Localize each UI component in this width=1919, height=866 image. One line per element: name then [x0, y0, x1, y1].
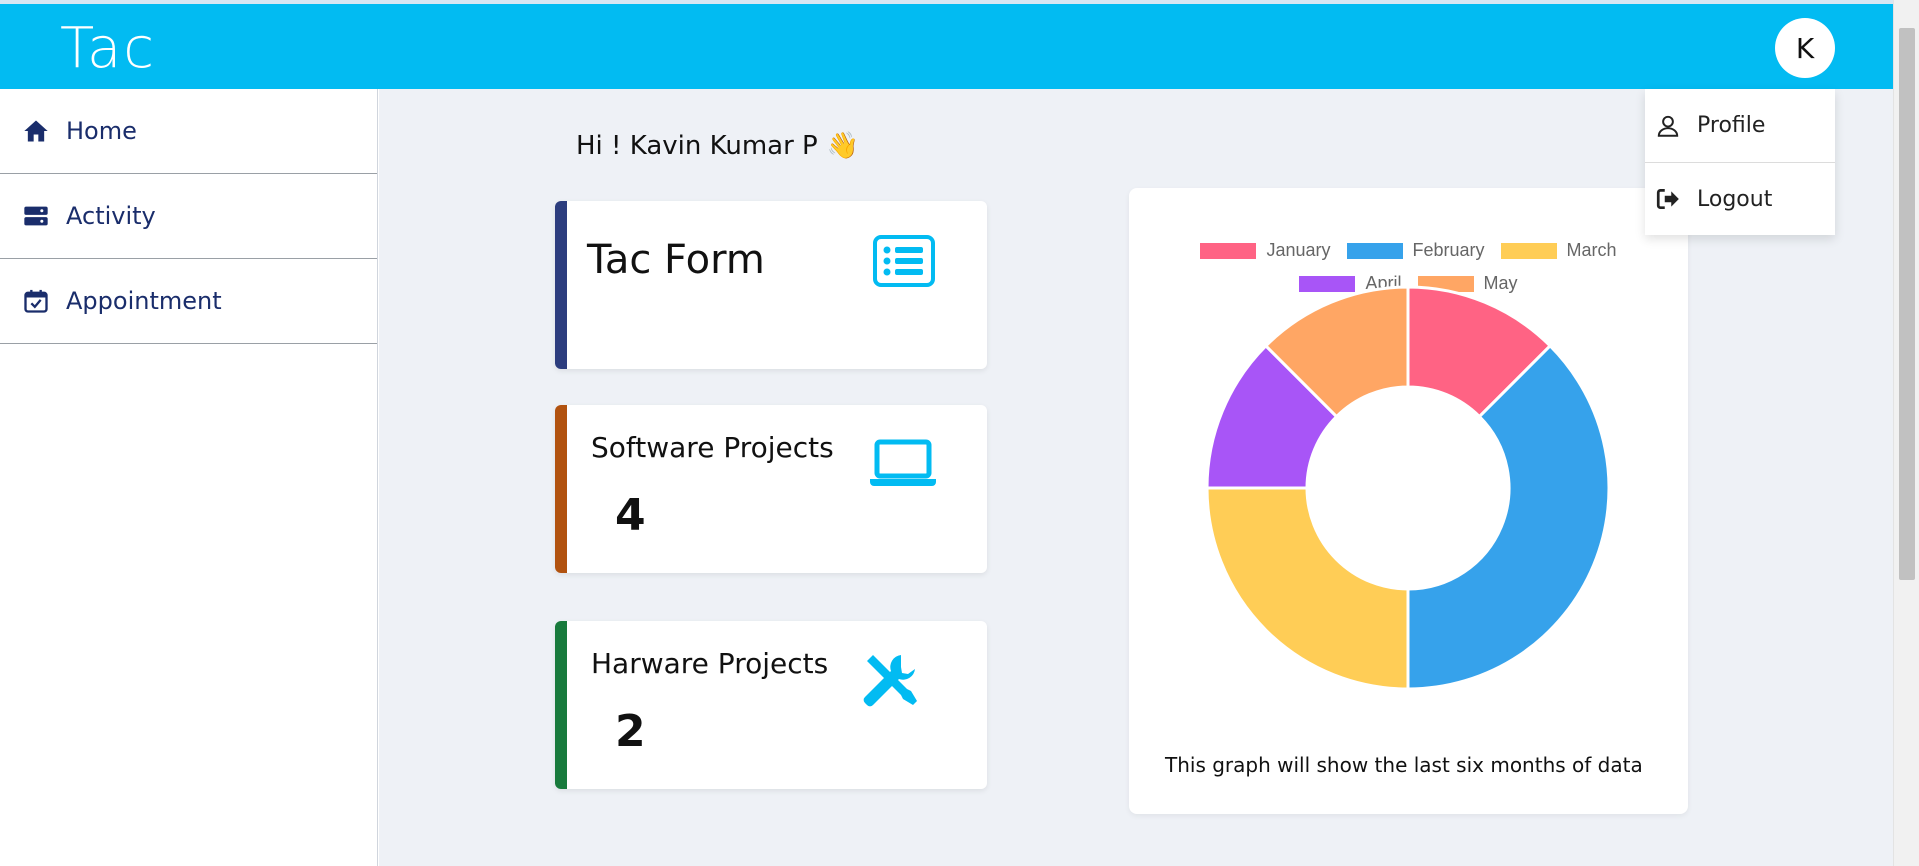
legend-label: March	[1566, 240, 1617, 260]
legend-item-march[interactable]: March	[1500, 240, 1617, 261]
doughnut-slice-february[interactable]	[1406, 343, 1611, 691]
scrollbar-thumb[interactable]	[1899, 28, 1915, 580]
calendar-check-icon	[24, 289, 48, 313]
sidebar-item-label: Appointment	[66, 287, 222, 315]
greeting: Hi ! Kavin Kumar P 👋	[576, 128, 859, 161]
home-icon	[24, 120, 48, 142]
top-header: Tac K	[0, 4, 1893, 89]
chart-caption: This graph will show the last six months…	[1165, 753, 1643, 777]
card-title: Harware Projects	[591, 647, 829, 680]
doughnut-slice-march[interactable]	[1205, 486, 1410, 691]
legend-label: January	[1266, 240, 1331, 260]
card-title: Tac Form	[587, 237, 765, 283]
laptop-icon	[870, 439, 936, 486]
legend-swatch	[1200, 242, 1257, 259]
card-count: 2	[615, 706, 646, 757]
profile-menu-item[interactable]: Profile	[1645, 89, 1835, 162]
legend-item-january[interactable]: January	[1200, 240, 1331, 261]
card-accent	[555, 621, 567, 789]
legend-swatch	[1346, 242, 1403, 259]
sidebar-item-appointment[interactable]: Appointment	[0, 259, 377, 344]
software-projects-card[interactable]: Software Projects 4	[555, 405, 987, 573]
card-accent	[555, 201, 567, 369]
sidebar: Home Activity Appointment	[0, 89, 378, 866]
menu-item-label: Profile	[1697, 113, 1766, 138]
sidebar-item-home[interactable]: Home	[0, 89, 377, 174]
user-icon	[1657, 115, 1679, 137]
sidebar-item-label: Home	[66, 117, 137, 145]
legend-item-february[interactable]: February	[1346, 240, 1485, 261]
legend-label: February	[1412, 240, 1485, 260]
app-logo[interactable]: Tac	[60, 16, 156, 81]
chart-card: January February March April May This gr…	[1129, 188, 1688, 814]
card-title: Software Projects	[591, 431, 834, 464]
logout-menu-item[interactable]: Logout	[1645, 162, 1835, 235]
profile-dropdown: Profile Logout	[1645, 89, 1835, 235]
sidebar-item-activity[interactable]: Activity	[0, 174, 377, 259]
menu-item-label: Logout	[1697, 186, 1773, 212]
card-accent	[555, 405, 567, 573]
legend-swatch	[1500, 242, 1557, 259]
tools-icon	[863, 655, 917, 707]
list-icon	[873, 235, 935, 287]
logout-icon	[1656, 188, 1679, 210]
vertical-scrollbar[interactable]	[1893, 0, 1919, 866]
greeting-text: Hi ! Kavin Kumar P	[576, 131, 818, 161]
tac-form-card[interactable]: Tac Form	[555, 201, 987, 369]
wave-emoji: 👋	[826, 131, 860, 161]
hardware-projects-card[interactable]: Harware Projects 2	[555, 621, 987, 789]
card-count: 4	[615, 490, 646, 541]
sidebar-item-label: Activity	[66, 202, 156, 230]
doughnut-chart[interactable]	[1129, 278, 1688, 698]
user-avatar-button[interactable]: K	[1775, 18, 1835, 78]
server-icon	[24, 206, 48, 226]
